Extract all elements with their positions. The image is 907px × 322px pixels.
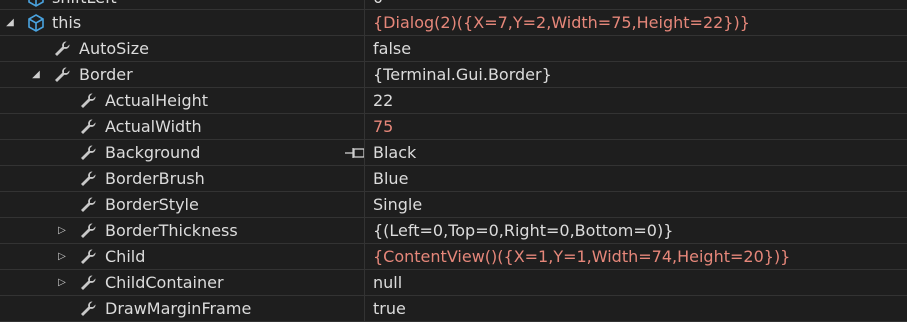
property-name: DrawMarginFrame: [105, 299, 252, 318]
column-divider: [364, 218, 365, 243]
name-cell: ◢ this: [0, 10, 364, 35]
wrench-icon: [55, 67, 70, 82]
watch-grid: shiftLeft 0 ◢ this {Dialog(2)({X=7,Y=2,W…: [0, 0, 907, 322]
column-divider: [364, 62, 365, 87]
property-value[interactable]: 75: [373, 114, 903, 139]
property-name: ActualHeight: [105, 91, 209, 110]
name-cell: ▷ BorderThickness: [0, 218, 364, 243]
watch-row-borderthickness[interactable]: ▷ BorderThickness {(Left=0,Top=0,Right=0…: [0, 218, 907, 244]
column-divider: [364, 10, 365, 35]
object-icon: [28, 14, 44, 32]
wrench-icon: [81, 119, 96, 134]
property-name: ChildContainer: [105, 273, 224, 292]
property-value[interactable]: 0: [373, 0, 903, 9]
name-cell: shiftLeft: [0, 0, 364, 9]
property-value[interactable]: false: [373, 36, 903, 61]
name-cell: DrawMarginFrame: [0, 296, 364, 321]
wrench-icon: [81, 301, 96, 316]
property-value[interactable]: {Terminal.Gui.Border}: [373, 62, 903, 87]
watch-row-drawmarginframe[interactable]: DrawMarginFrame true: [0, 296, 907, 322]
name-cell: BorderBrush: [0, 166, 364, 191]
expanded-arrow-icon[interactable]: ◢: [4, 10, 16, 35]
column-divider: [364, 166, 365, 191]
wrench-icon: [55, 41, 70, 56]
property-name: BorderThickness: [105, 221, 238, 240]
column-divider: [364, 0, 365, 9]
column-divider: [364, 192, 365, 217]
property-value[interactable]: 22: [373, 88, 903, 113]
watch-row-shiftleft[interactable]: shiftLeft 0: [0, 0, 907, 10]
watch-row-child[interactable]: ▷ Child {ContentView()({X=1,Y=1,Width=74…: [0, 244, 907, 270]
wrench-icon: [81, 145, 96, 160]
property-value[interactable]: {Dialog(2)({X=7,Y=2,Width=75,Height=22})…: [373, 10, 903, 35]
property-value[interactable]: Single: [373, 192, 903, 217]
wrench-icon: [81, 275, 96, 290]
property-value[interactable]: Black: [373, 140, 903, 165]
property-value[interactable]: Blue: [373, 166, 903, 191]
watch-row-actualheight[interactable]: ActualHeight 22: [0, 88, 907, 114]
property-name: this: [52, 13, 82, 32]
property-name: Border: [79, 65, 133, 84]
property-value[interactable]: {ContentView()({X=1,Y=1,Width=74,Height=…: [373, 244, 903, 269]
column-divider: [364, 114, 365, 139]
wrench-icon: [81, 197, 96, 212]
watch-row-borderbrush[interactable]: BorderBrush Blue: [0, 166, 907, 192]
column-divider: [364, 88, 365, 113]
name-cell: AutoSize: [0, 36, 364, 61]
property-value[interactable]: true: [373, 296, 903, 321]
collapsed-arrow-icon[interactable]: ▷: [56, 270, 68, 295]
watch-row-borderstyle[interactable]: BorderStyle Single: [0, 192, 907, 218]
name-cell: ActualHeight: [0, 88, 364, 113]
property-value[interactable]: {(Left=0,Top=0,Right=0,Bottom=0)}: [373, 218, 903, 243]
column-divider: [364, 244, 365, 269]
name-cell: ActualWidth: [0, 114, 364, 139]
name-cell: Background: [0, 140, 364, 165]
column-divider: [364, 36, 365, 61]
property-name: BorderBrush: [105, 169, 205, 188]
property-name: ActualWidth: [105, 117, 202, 136]
watch-row-actualwidth[interactable]: ActualWidth 75: [0, 114, 907, 140]
watch-row-background[interactable]: Background Black: [0, 140, 907, 166]
property-name: Child: [105, 247, 146, 266]
object-icon: [28, 0, 44, 7]
collapsed-arrow-icon[interactable]: ▷: [56, 218, 68, 243]
wrench-icon: [81, 171, 96, 186]
name-cell: ◢ Border: [0, 62, 364, 87]
column-divider: [364, 140, 365, 165]
property-name: AutoSize: [79, 39, 149, 58]
property-name: shiftLeft: [52, 0, 117, 10]
property-value[interactable]: null: [373, 270, 903, 295]
column-divider: [364, 270, 365, 295]
name-cell: ▷ ChildContainer: [0, 270, 364, 295]
column-divider: [364, 296, 365, 321]
collapsed-arrow-icon[interactable]: ▷: [56, 244, 68, 269]
wrench-icon: [81, 93, 96, 108]
watch-row-border[interactable]: ◢ Border {Terminal.Gui.Border}: [0, 62, 907, 88]
watch-row-autosize[interactable]: AutoSize false: [0, 36, 907, 62]
watch-row-this[interactable]: ◢ this {Dialog(2)({X=7,Y=2,Width=75,Heig…: [0, 10, 907, 36]
watch-row-childcontainer[interactable]: ▷ ChildContainer null: [0, 270, 907, 296]
wrench-icon: [81, 249, 96, 264]
property-name: BorderStyle: [105, 195, 199, 214]
name-cell: ▷ Child: [0, 244, 364, 269]
expanded-arrow-icon[interactable]: ◢: [30, 62, 42, 87]
pin-icon[interactable]: [344, 147, 366, 159]
name-cell: BorderStyle: [0, 192, 364, 217]
wrench-icon: [81, 223, 96, 238]
property-name: Background: [105, 143, 201, 162]
